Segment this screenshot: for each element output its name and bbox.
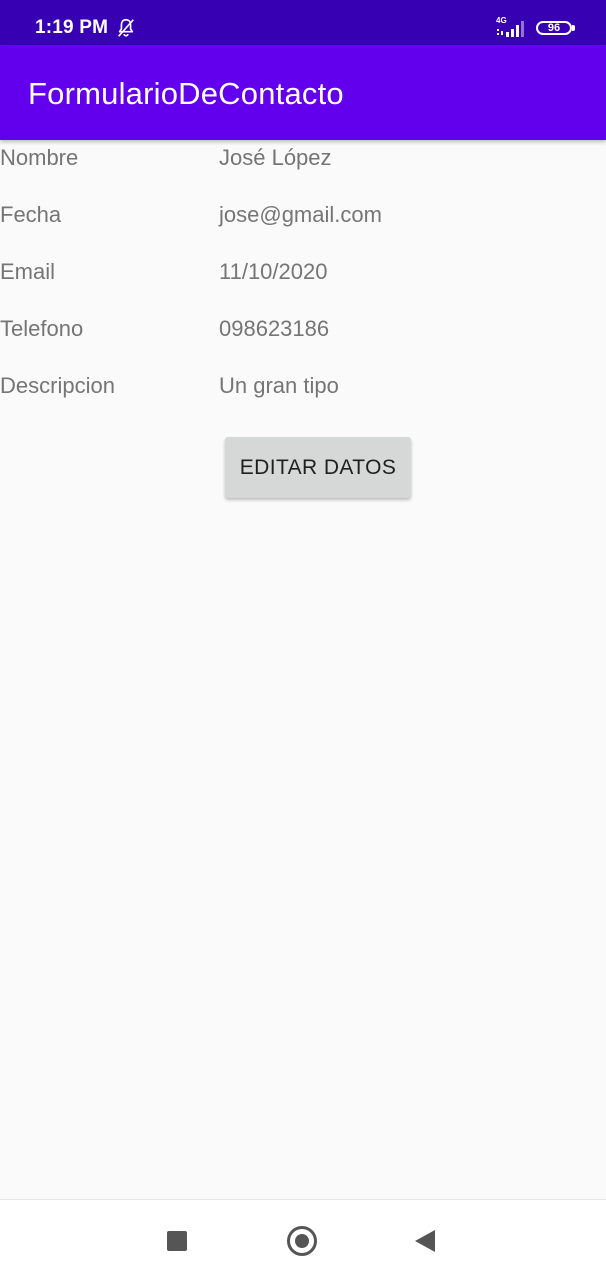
field-value: jose@gmail.com — [219, 202, 382, 227]
field-value: Un gran tipo — [219, 373, 339, 398]
status-time: 1:19 PM — [35, 17, 109, 38]
field-row-descripcion: Descripcion Un gran tipo — [0, 373, 606, 413]
recents-icon[interactable] — [167, 1231, 187, 1251]
field-label: Telefono — [0, 316, 84, 341]
battery-tip — [572, 25, 575, 31]
signal-icon — [497, 21, 524, 37]
field-value: José López — [219, 145, 332, 170]
app-title: FormularioDeContacto — [28, 76, 344, 111]
field-label: Fecha — [0, 202, 62, 227]
home-icon[interactable] — [287, 1226, 317, 1256]
field-row-nombre: Nombre José López — [0, 145, 606, 185]
app-bar: FormularioDeContacto — [0, 45, 606, 140]
bell-off-icon — [118, 18, 134, 37]
screen: 1:19 PM 4G 96 FormularioDeContacto Nombr… — [0, 0, 606, 1280]
navigation-bar — [0, 1199, 606, 1280]
home-icon-dot — [295, 1234, 309, 1248]
field-row-telefono: Telefono 098623186 — [0, 316, 606, 356]
field-value: 11/10/2020 — [219, 259, 328, 284]
back-icon[interactable] — [415, 1230, 435, 1252]
field-label: Nombre — [0, 145, 79, 170]
edit-data-button[interactable]: EDITAR DATOS — [225, 437, 411, 498]
battery-icon: 96 — [536, 21, 572, 35]
field-row-fecha: Fecha jose@gmail.com — [0, 202, 606, 242]
field-value: 098623186 — [219, 316, 330, 341]
field-label: Descripcion — [0, 373, 115, 398]
status-bar: 1:19 PM 4G 96 — [0, 0, 606, 45]
field-label: Email — [0, 259, 56, 284]
field-row-email: Email 11/10/2020 — [0, 259, 606, 299]
